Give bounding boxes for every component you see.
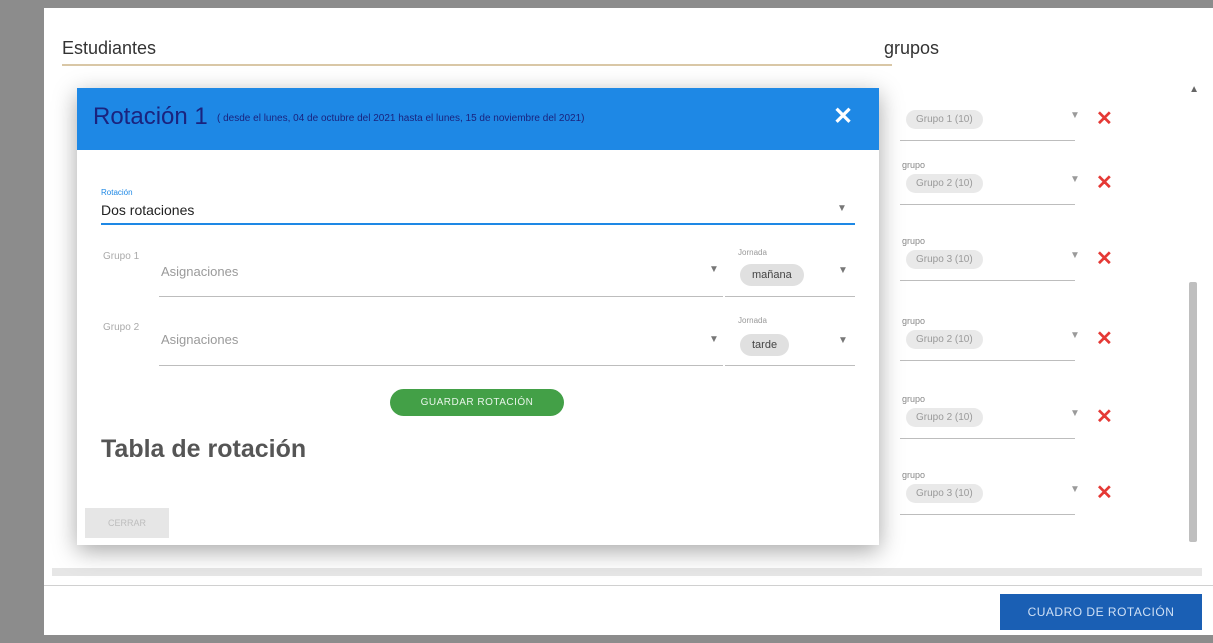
group-row-label: grupo [902, 470, 926, 480]
grupo-1-label: Grupo 1 [103, 251, 140, 262]
rotation-table-heading: Tabla de rotación [101, 435, 307, 463]
chevron-down-icon[interactable]: ▼ [1070, 110, 1080, 121]
students-title: Estudiantes [62, 38, 157, 58]
group-row-label: grupo [902, 394, 926, 404]
group-underline [900, 360, 1075, 361]
group-row-label: grupo [902, 316, 926, 326]
grupo-2-jornada-chip[interactable]: tarde [740, 334, 790, 356]
chevron-down-icon[interactable]: ▼ [1070, 250, 1080, 261]
chevron-down-icon[interactable]: ▼ [837, 203, 847, 214]
horizontal-scrollbar[interactable] [52, 568, 1202, 576]
chevron-down-icon[interactable]: ▼ [1070, 174, 1080, 185]
dialog-header: Rotación 1 ( desde el lunes, 04 de octub… [77, 88, 879, 150]
footer-divider [44, 585, 1213, 586]
rotation-select-underline [101, 223, 855, 225]
remove-icon[interactable]: ✕ [1096, 106, 1113, 131]
groups-title: grupos [884, 38, 940, 58]
chevron-down-icon[interactable]: ▼ [1070, 484, 1080, 495]
group-row[interactable]: grupo Grupo 2 (10) ▼ ✕ [900, 316, 1140, 372]
group-row[interactable]: grupo Grupo 2 (10) ▼ ✕ [900, 160, 1140, 216]
grupo-2-jornada-label: Jornada [738, 316, 767, 325]
group-row[interactable]: Grupo 1 (10) ▼ ✕ [900, 96, 1140, 152]
cuadro-rotacion-button[interactable]: CUADRO DE ROTACIÓN [1000, 594, 1202, 630]
group-row-label: grupo [902, 160, 926, 170]
vertical-scrollbar[interactable] [1189, 282, 1197, 542]
students-underline [62, 64, 892, 66]
chevron-down-icon[interactable]: ▼ [709, 334, 719, 345]
group-underline [900, 438, 1075, 439]
remove-icon[interactable]: ✕ [1096, 326, 1113, 351]
save-rotation-button[interactable]: GUARDAR ROTACIÓN [390, 389, 564, 416]
chevron-down-icon[interactable]: ▼ [838, 335, 848, 346]
grupo-1-assignments-select[interactable]: Asignaciones [161, 264, 238, 279]
grupo-1-jornada-label: Jornada [738, 248, 767, 257]
dialog-title: Rotación 1 [93, 103, 208, 130]
group-row[interactable]: grupo Grupo 3 (10) ▼ ✕ [900, 236, 1140, 292]
group-row[interactable]: grupo Grupo 2 (10) ▼ ✕ [900, 394, 1140, 450]
chevron-down-icon[interactable]: ▼ [1070, 408, 1080, 419]
group-underline [900, 514, 1075, 515]
rotation-dialog: Rotación 1 ( desde el lunes, 04 de octub… [77, 88, 879, 545]
rotation-select[interactable]: Dos rotaciones [101, 202, 194, 218]
group-chip[interactable]: Grupo 3 (10) [906, 250, 983, 269]
rotation-field-label: Rotación [101, 188, 133, 197]
grupo-1-jornada-chip[interactable]: mañana [740, 264, 804, 286]
grupo-2-jornada-underline [725, 365, 855, 366]
grupo-2-label: Grupo 2 [103, 322, 140, 333]
remove-icon[interactable]: ✕ [1096, 404, 1113, 429]
grupo-1-jornada-underline [725, 296, 855, 297]
group-chip[interactable]: Grupo 2 (10) [906, 330, 983, 349]
grupo-2-assignments-select[interactable]: Asignaciones [161, 332, 238, 347]
dialog-date-range: ( desde el lunes, 04 de octubre del 2021… [217, 113, 585, 124]
dialog-close-button[interactable]: CERRAR [85, 508, 169, 538]
chevron-down-icon[interactable]: ▼ [838, 265, 848, 276]
grupo-1-assignments-underline [159, 296, 723, 297]
group-underline [900, 140, 1075, 141]
group-chip[interactable]: Grupo 3 (10) [906, 484, 983, 503]
remove-icon[interactable]: ✕ [1096, 246, 1113, 271]
group-underline [900, 204, 1075, 205]
group-chip[interactable]: Grupo 2 (10) [906, 174, 983, 193]
group-underline [900, 280, 1075, 281]
remove-icon[interactable]: ✕ [1096, 480, 1113, 505]
group-chip[interactable]: Grupo 1 (10) [906, 110, 983, 129]
close-icon[interactable]: ✕ [829, 103, 857, 131]
group-row[interactable]: grupo Grupo 3 (10) ▼ ✕ [900, 470, 1140, 526]
chevron-down-icon[interactable]: ▼ [1070, 330, 1080, 341]
group-chip[interactable]: Grupo 2 (10) [906, 408, 983, 427]
grupo-2-assignments-underline [159, 365, 723, 366]
group-row-label: grupo [902, 236, 926, 246]
chevron-down-icon[interactable]: ▼ [709, 264, 719, 275]
remove-icon[interactable]: ✕ [1096, 170, 1113, 195]
scroll-up-arrow-icon[interactable]: ▲ [1189, 84, 1199, 95]
